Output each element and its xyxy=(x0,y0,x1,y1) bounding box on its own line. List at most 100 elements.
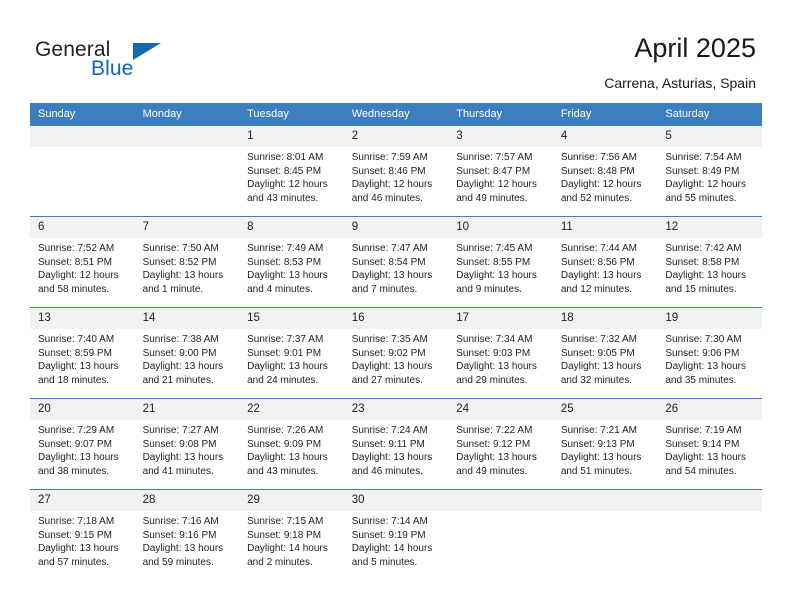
calendar-day-cell[interactable]: 7 Sunrise: 7:50 AM Sunset: 8:52 PM Daylight… xyxy=(134,216,240,308)
detail-daylight-line1: Daylight: 13 hours xyxy=(351,452,433,464)
calendar-day-cell[interactable]: 5 Sunrise: 7:54 AM Sunset: 8:49 PM Daylight… xyxy=(657,126,762,217)
calendar-day-cell[interactable]: 3 Sunrise: 7:57 AM Sunset: 8:47 PM Daylight… xyxy=(448,126,553,217)
day-cell-inner xyxy=(657,490,762,580)
calendar-day-cell[interactable]: 13 Sunrise: 7:40 AM Sunset: 8:59 PM Dayligh… xyxy=(30,307,135,399)
detail-sunrise: Sunrise: 7:42 AM xyxy=(665,243,742,254)
calendar-day-cell[interactable]: 9 Sunrise: 7:47 AM Sunset: 8:54 PM Daylight… xyxy=(343,216,449,308)
weekday-header-tuesday: Tuesday xyxy=(239,103,344,126)
calendar-day-cell[interactable]: 17 Sunrise: 7:34 AM Sunset: 9:03 PM Dayligh… xyxy=(448,307,553,399)
calendar-body: 1 Sunrise: 8:01 AM Sunset: 8:45 PM Daylight… xyxy=(30,126,762,580)
day-number: 9 xyxy=(343,217,449,238)
detail-daylight-line1: Daylight: 13 hours xyxy=(38,543,119,555)
calendar-day-cell[interactable]: 30 Sunrise: 7:14 AM Sunset: 9:19 PM Dayligh… xyxy=(343,489,449,580)
detail-daylight-line1: Daylight: 13 hours xyxy=(247,270,328,282)
detail-sunrise: Sunrise: 8:01 AM xyxy=(247,152,324,163)
calendar-day-cell[interactable]: 28 Sunrise: 7:16 AM Sunset: 9:16 PM Dayligh… xyxy=(134,489,240,580)
detail-sunset: Sunset: 9:02 PM xyxy=(351,347,426,359)
calendar-day-cell[interactable]: 24 Sunrise: 7:22 AM Sunset: 9:12 PM Dayligh… xyxy=(448,398,553,490)
detail-daylight-line1: Daylight: 13 hours xyxy=(456,361,537,373)
calendar-page: General Blue April 2025 Carrena, Asturia… xyxy=(0,0,792,612)
page-subtitle-location: Carrena, Asturias, Spain xyxy=(604,75,756,91)
detail-daylight-line1: Daylight: 13 hours xyxy=(665,452,746,464)
detail-daylight-line2: and 52 minutes. xyxy=(560,192,632,204)
detail-sunset: Sunset: 8:49 PM xyxy=(665,165,740,177)
detail-sunrise: Sunrise: 7:47 AM xyxy=(351,243,428,254)
calendar-day-cell-empty xyxy=(552,489,658,580)
calendar-day-cell[interactable]: 25 Sunrise: 7:21 AM Sunset: 9:13 PM Dayligh… xyxy=(552,398,658,490)
detail-sunrise: Sunrise: 7:54 AM xyxy=(665,152,742,163)
day-details: Sunrise: 7:22 AM Sunset: 9:12 PM Daylight:… xyxy=(448,420,553,478)
calendar-day-cell[interactable]: 22 Sunrise: 7:26 AM Sunset: 9:09 PM Dayligh… xyxy=(239,398,344,490)
detail-daylight-line2: and 27 minutes. xyxy=(351,374,423,386)
detail-daylight-line1: Daylight: 13 hours xyxy=(38,452,119,464)
page-header: General Blue April 2025 Carrena, Asturia… xyxy=(0,0,792,100)
detail-sunrise: Sunrise: 7:45 AM xyxy=(456,243,533,254)
calendar-day-cell[interactable]: 18 Sunrise: 7:32 AM Sunset: 9:05 PM Dayligh… xyxy=(552,307,658,399)
detail-daylight-line2: and 4 minutes. xyxy=(247,283,313,295)
detail-sunset: Sunset: 8:58 PM xyxy=(665,256,740,268)
triangle-flag-icon xyxy=(133,43,161,60)
detail-sunset: Sunset: 8:46 PM xyxy=(351,165,426,177)
day-cell-inner: 24 Sunrise: 7:22 AM Sunset: 9:12 PM Dayligh… xyxy=(448,399,553,489)
detail-daylight-line2: and 1 minute. xyxy=(142,283,204,295)
calendar-day-cell[interactable]: 11 Sunrise: 7:44 AM Sunset: 8:56 PM Dayligh… xyxy=(552,216,658,308)
day-cell-inner: 14 Sunrise: 7:38 AM Sunset: 9:00 PM Dayligh… xyxy=(134,308,240,398)
calendar-day-cell[interactable]: 26 Sunrise: 7:19 AM Sunset: 9:14 PM Dayligh… xyxy=(657,398,762,490)
calendar-day-cell[interactable]: 21 Sunrise: 7:27 AM Sunset: 9:08 PM Dayligh… xyxy=(134,398,240,490)
calendar-day-cell[interactable]: 8 Sunrise: 7:49 AM Sunset: 8:53 PM Daylight… xyxy=(239,216,344,308)
detail-daylight-line2: and 46 minutes. xyxy=(351,192,423,204)
detail-daylight-line1: Daylight: 13 hours xyxy=(560,361,642,373)
day-number: 10 xyxy=(448,217,553,238)
calendar-day-cell[interactable]: 15 Sunrise: 7:37 AM Sunset: 9:01 PM Dayligh… xyxy=(239,307,344,399)
day-details: Sunrise: 7:50 AM Sunset: 8:52 PM Daylight:… xyxy=(135,238,240,296)
day-details: Sunrise: 7:21 AM Sunset: 9:13 PM Daylight:… xyxy=(553,420,658,478)
calendar-day-cell[interactable]: 23 Sunrise: 7:24 AM Sunset: 9:11 PM Dayligh… xyxy=(343,398,449,490)
day-number: 1 xyxy=(239,126,344,147)
detail-sunrise: Sunrise: 7:40 AM xyxy=(38,334,115,345)
day-cell-inner: 29 Sunrise: 7:15 AM Sunset: 9:18 PM Dayligh… xyxy=(239,490,344,580)
day-number xyxy=(657,490,762,511)
day-details: Sunrise: 7:38 AM Sunset: 9:00 PM Daylight:… xyxy=(135,329,240,387)
day-number xyxy=(448,490,553,511)
detail-daylight-line2: and 7 minutes. xyxy=(351,283,418,295)
detail-sunrise: Sunrise: 7:14 AM xyxy=(351,516,428,527)
detail-sunrise: Sunrise: 7:26 AM xyxy=(247,425,324,436)
calendar-day-cell[interactable]: 29 Sunrise: 7:15 AM Sunset: 9:18 PM Dayligh… xyxy=(239,489,344,580)
calendar-day-cell[interactable]: 14 Sunrise: 7:38 AM Sunset: 9:00 PM Dayligh… xyxy=(134,307,240,399)
day-cell-inner: 2 Sunrise: 7:59 AM Sunset: 8:46 PM Daylight… xyxy=(343,126,449,216)
general-blue-logo[interactable]: General Blue xyxy=(35,38,235,84)
day-cell-inner xyxy=(552,490,658,580)
day-cell-inner: 16 Sunrise: 7:35 AM Sunset: 9:02 PM Dayligh… xyxy=(343,308,449,398)
calendar-day-cell[interactable]: 2 Sunrise: 7:59 AM Sunset: 8:46 PM Daylight… xyxy=(343,126,449,217)
calendar-day-cell[interactable]: 12 Sunrise: 7:42 AM Sunset: 8:58 PM Dayligh… xyxy=(657,216,762,308)
calendar-week-row: 13 Sunrise: 7:40 AM Sunset: 8:59 PM Dayligh… xyxy=(30,307,762,399)
day-details xyxy=(30,147,135,151)
calendar-day-cell[interactable]: 6 Sunrise: 7:52 AM Sunset: 8:51 PM Daylight… xyxy=(30,216,135,308)
day-details: Sunrise: 7:52 AM Sunset: 8:51 PM Daylight:… xyxy=(30,238,135,296)
calendar-day-cell[interactable]: 4 Sunrise: 7:56 AM Sunset: 8:48 PM Daylight… xyxy=(552,126,658,217)
day-details: Sunrise: 7:19 AM Sunset: 9:14 PM Daylight:… xyxy=(657,420,762,478)
detail-sunrise: Sunrise: 7:19 AM xyxy=(665,425,742,436)
calendar-week-row: 27 Sunrise: 7:18 AM Sunset: 9:15 PM Dayligh… xyxy=(30,489,762,580)
detail-sunset: Sunset: 8:48 PM xyxy=(560,165,635,177)
day-details: Sunrise: 7:40 AM Sunset: 8:59 PM Daylight:… xyxy=(30,329,135,387)
detail-daylight-line1: Daylight: 13 hours xyxy=(247,452,328,464)
calendar-day-cell[interactable]: 20 Sunrise: 7:29 AM Sunset: 9:07 PM Dayligh… xyxy=(30,398,135,490)
detail-sunrise: Sunrise: 7:57 AM xyxy=(456,152,533,163)
detail-sunrise: Sunrise: 7:34 AM xyxy=(456,334,533,345)
detail-daylight-line2: and 15 minutes. xyxy=(665,283,737,295)
calendar-day-cell[interactable]: 1 Sunrise: 8:01 AM Sunset: 8:45 PM Daylight… xyxy=(239,126,344,217)
detail-sunrise: Sunrise: 7:37 AM xyxy=(247,334,324,345)
detail-sunset: Sunset: 9:16 PM xyxy=(142,529,217,541)
detail-sunset: Sunset: 9:09 PM xyxy=(247,438,322,450)
calendar-day-cell[interactable]: 16 Sunrise: 7:35 AM Sunset: 9:02 PM Dayligh… xyxy=(343,307,449,399)
detail-daylight-line1: Daylight: 13 hours xyxy=(351,361,433,373)
day-details: Sunrise: 7:24 AM Sunset: 9:11 PM Daylight:… xyxy=(344,420,449,478)
logo-text-blue: Blue xyxy=(91,57,134,80)
calendar-day-cell[interactable]: 27 Sunrise: 7:18 AM Sunset: 9:15 PM Dayligh… xyxy=(30,489,135,580)
detail-daylight-line1: Daylight: 12 hours xyxy=(456,179,537,191)
day-cell-inner: 25 Sunrise: 7:21 AM Sunset: 9:13 PM Dayligh… xyxy=(552,399,658,489)
calendar-day-cell[interactable]: 19 Sunrise: 7:30 AM Sunset: 9:06 PM Dayligh… xyxy=(657,307,762,399)
calendar-day-cell[interactable]: 10 Sunrise: 7:45 AM Sunset: 8:55 PM Dayligh… xyxy=(448,216,553,308)
detail-daylight-line2: and 58 minutes. xyxy=(38,283,110,295)
